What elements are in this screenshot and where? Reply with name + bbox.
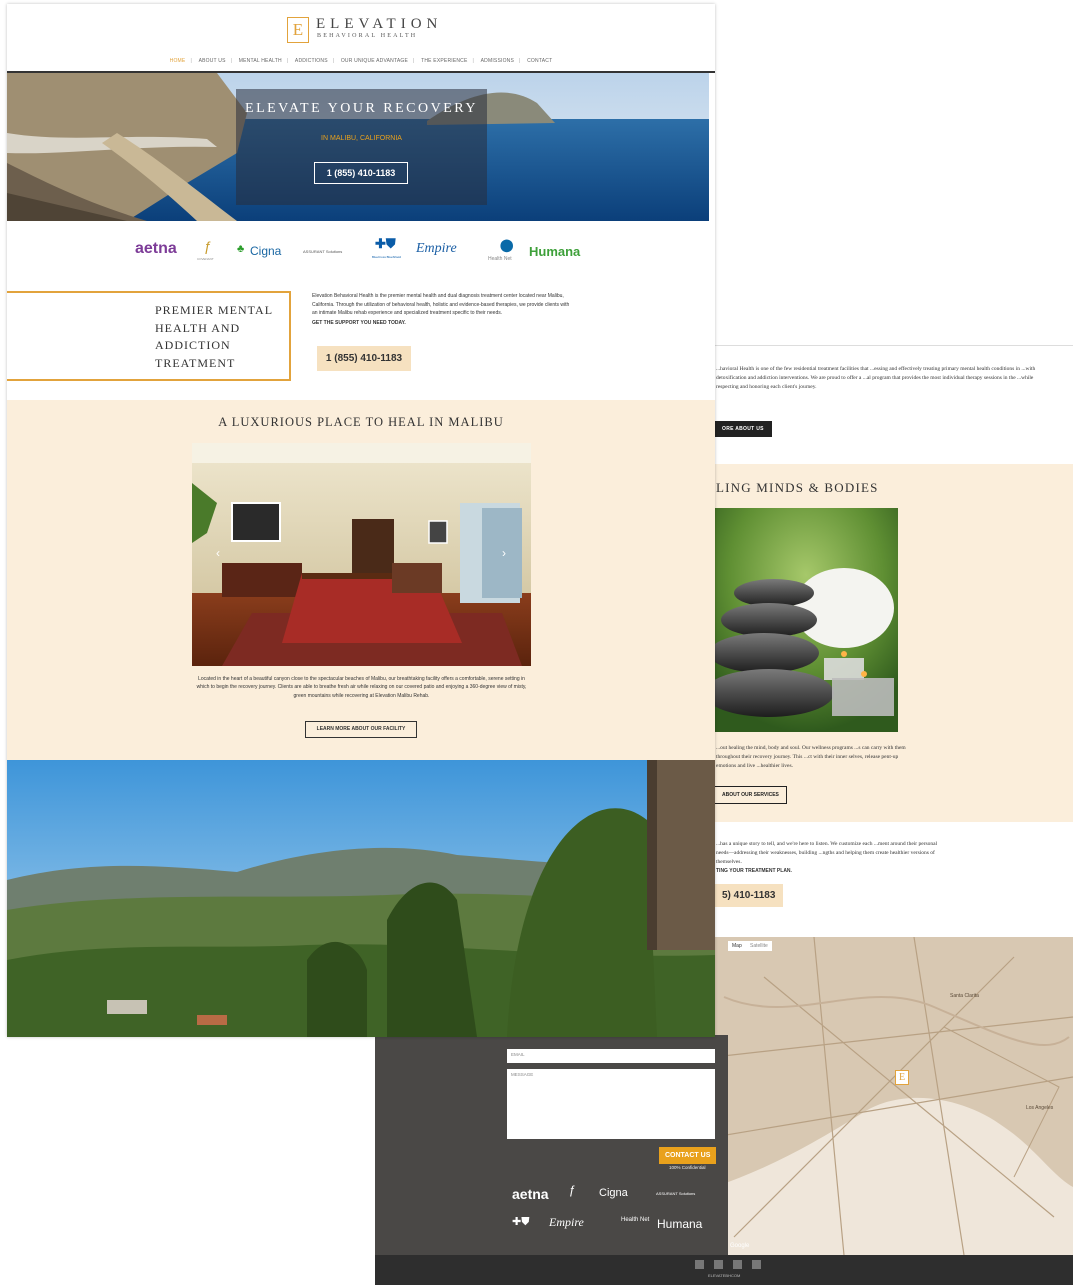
aetna-logo-footer: aetna xyxy=(512,1186,549,1202)
facility-carousel[interactable]: ‹ › xyxy=(192,443,531,666)
learn-more-about-us-button[interactable]: ORE ABOUT US xyxy=(714,421,772,437)
premier-box: PREMIER MENTAL HEALTH AND ADDICTION TREA… xyxy=(7,291,291,381)
hero-location: IN MALIBU, CALIFORNIA xyxy=(321,135,402,142)
map-label-los-angeles: Los Angeles xyxy=(1026,1105,1054,1111)
location-map[interactable]: Map Satellite Santa Clarita Los Angeles … xyxy=(714,937,1073,1255)
humana-logo: Humana xyxy=(529,244,581,259)
facility-description: Located in the heart of a beautiful cany… xyxy=(196,676,527,699)
nav-about-us[interactable]: ABOUT US xyxy=(199,58,226,64)
nav-addictions[interactable]: ADDICTIONS xyxy=(295,58,328,64)
google-attribution: Google xyxy=(730,1243,750,1249)
confidential-note: 100% Confidential xyxy=(669,1165,706,1170)
facebook-icon[interactable] xyxy=(695,1260,704,1269)
story-cta: TING YOUR TREATMENT PLAN. xyxy=(716,868,792,874)
copyright-text: ELEVATEBHCOM xyxy=(708,1273,741,1278)
intro-phone-button[interactable]: 1 (855) 410-1183 xyxy=(317,346,411,371)
story-text: ...has a unique story to tell, and we're… xyxy=(716,841,938,865)
premier-heading-text: PREMIER MENTAL HEALTH AND ADDICTION TREA… xyxy=(155,303,273,370)
healing-heading: LING MINDS & BODIES xyxy=(716,480,879,495)
instagram-icon[interactable] xyxy=(733,1260,742,1269)
healthnet-logo-footer: Health Net xyxy=(621,1217,650,1223)
nav-experience[interactable]: THE EXPERIENCE xyxy=(421,58,467,64)
aetna-logo: aetna xyxy=(135,240,177,257)
twitter-icon[interactable] xyxy=(714,1260,723,1269)
nav-contact[interactable]: CONTACT xyxy=(527,58,552,64)
carousel-next-icon: › xyxy=(502,546,506,560)
intro-body: Elevation Behavioral Health is the premi… xyxy=(312,293,570,317)
phone-button[interactable]: 5) 410-1183 xyxy=(714,884,784,907)
footer-page-screenshot: EMAIL MESSAGE CONTACT US 100% Confidenti… xyxy=(375,1035,728,1285)
map-tab-map[interactable]: Map xyxy=(728,941,746,951)
nav-home[interactable]: HOME xyxy=(170,58,186,64)
mountain-landscape-graphic xyxy=(7,760,715,1037)
covenant-icon-footer: ƒ xyxy=(569,1183,576,1197)
cigna-tree-icon: ♣ xyxy=(237,243,245,255)
covenant-logo-text: COVENANT xyxy=(197,257,214,261)
nav-unique-advantage[interactable]: OUR UNIQUE ADVANTAGE xyxy=(341,58,408,64)
assurant-logo: ASSURANT Solutions xyxy=(303,249,343,254)
assurant-logo-footer: ASSURANT Solutions xyxy=(656,1191,696,1196)
premier-heading: PREMIER MENTAL HEALTH AND ADDICTION TREA… xyxy=(155,302,275,372)
wellness-text: ...out healing the mind, body and soul. … xyxy=(716,745,906,769)
footer-bar: ELEVATEBHCOM xyxy=(375,1255,1073,1285)
map-label-santa-clarita: Santa Clarita xyxy=(950,993,979,999)
facility-section: A LUXURIOUS PLACE TO HEAL IN MALIBU ‹ › … xyxy=(7,400,715,760)
empire-logo: Empire xyxy=(416,241,457,256)
humana-logo-footer: Humana xyxy=(657,1217,703,1231)
bluecross-shield-icon: ✚⛊ xyxy=(375,236,396,251)
logo-tagline: BEHAVIORAL HEALTH xyxy=(317,33,418,39)
nav-mental-health[interactable]: MENTAL HEALTH xyxy=(239,58,282,64)
learn-facility-button[interactable]: LEARN MORE ABOUT OUR FACILITY xyxy=(305,721,417,738)
main-nav: HOME | ABOUT US | MENTAL HEALTH | ADDICTION… xyxy=(169,58,553,64)
cigna-logo-footer: Cigna xyxy=(599,1187,628,1199)
game-room-image: ‹ › xyxy=(192,443,531,666)
mountain-view-image xyxy=(7,760,715,1037)
covenant-logo-icon: ƒ xyxy=(204,238,212,254)
hero-banner: ELEVATE YOUR RECOVERY IN MALIBU, CALIFOR… xyxy=(7,73,709,221)
linkedin-icon[interactable] xyxy=(752,1260,761,1269)
healthnet-icon: ⬤ xyxy=(500,238,514,252)
intro-text-block: Elevation Behavioral Health is the premi… xyxy=(312,292,572,327)
secondary-page-screenshot: ...havioral Health is one of the few res… xyxy=(714,345,1073,1285)
map-roads-graphic xyxy=(714,937,1073,1255)
hero-overlay-panel: ELEVATE YOUR RECOVERY IN MALIBU, CALIFOR… xyxy=(236,89,487,205)
hero-phone-button[interactable]: 1 (855) 410-1183 xyxy=(314,162,408,184)
logo-mark[interactable]: E xyxy=(287,17,309,43)
intro-cta: GET THE SUPPORT YOU NEED TODAY. xyxy=(312,319,406,326)
nav-admissions[interactable]: ADMISSIONS xyxy=(481,58,514,64)
contact-us-button[interactable]: CONTACT US xyxy=(659,1147,717,1164)
bluecross-shield-icon-footer: ✚⛊ xyxy=(512,1216,530,1228)
empire-logo-footer: Empire xyxy=(549,1215,584,1229)
spa-stones-image xyxy=(714,508,898,732)
bluecross-logo-text: BlueCross BlueShield xyxy=(372,255,402,259)
message-field[interactable]: MESSAGE xyxy=(507,1069,715,1139)
map-tab-satellite[interactable]: Satellite xyxy=(746,941,772,951)
homepage-screenshot: E ELEVATION BEHAVIORAL HEALTH HOME | ABOU… xyxy=(7,4,715,1037)
about-text: ...havioral Health is one of the few res… xyxy=(716,366,1036,390)
email-field[interactable]: EMAIL xyxy=(507,1049,715,1063)
about-our-services-button[interactable]: ABOUT OUR SERVICES xyxy=(714,786,787,804)
carousel-prev-icon: ‹ xyxy=(216,546,220,560)
cigna-logo: Cigna xyxy=(250,244,282,258)
logo-name[interactable]: ELEVATION xyxy=(316,16,442,33)
hero-title: ELEVATE YOUR RECOVERY xyxy=(245,101,478,116)
map-marker-icon[interactable]: E xyxy=(895,1070,909,1085)
facility-heading: A LUXURIOUS PLACE TO HEAL IN MALIBU xyxy=(218,415,504,429)
healthnet-logo: Health Net xyxy=(488,256,512,262)
